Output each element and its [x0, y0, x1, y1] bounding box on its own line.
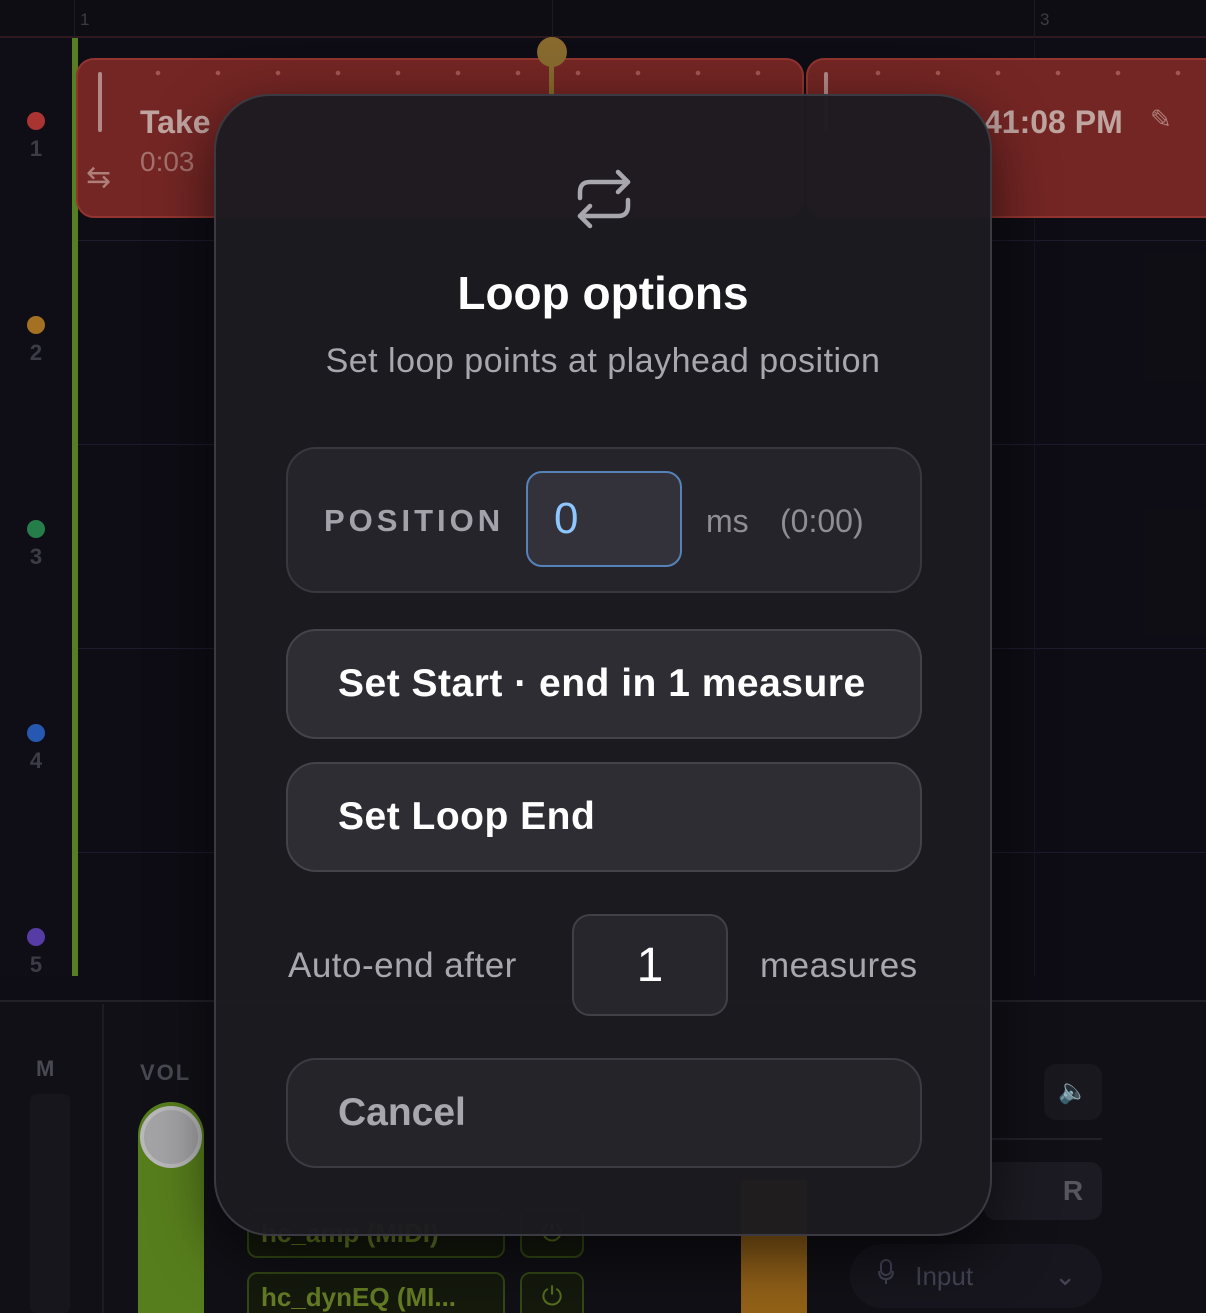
position-label: POSITION [324, 503, 505, 538]
position-input[interactable] [526, 471, 682, 567]
position-time: (0:00) [780, 503, 864, 539]
set-loop-end-button[interactable]: Set Loop End [286, 762, 922, 872]
loop-icon [577, 169, 631, 229]
position-unit: ms [706, 503, 749, 539]
dialog-title: Loop options [457, 267, 749, 319]
auto-end-label: Auto-end after [288, 946, 517, 985]
set-start-button[interactable]: Set Start · end in 1 measure [286, 629, 922, 739]
cancel-button[interactable]: Cancel [286, 1058, 922, 1168]
position-group: POSITION ms (0:00) [286, 447, 922, 593]
auto-end-measures-input[interactable] [572, 914, 728, 1016]
loop-options-dialog: Loop options Set loop points at playhead… [214, 94, 992, 1236]
auto-end-unit: measures [760, 946, 918, 985]
dialog-subtitle: Set loop points at playhead position [325, 342, 881, 380]
